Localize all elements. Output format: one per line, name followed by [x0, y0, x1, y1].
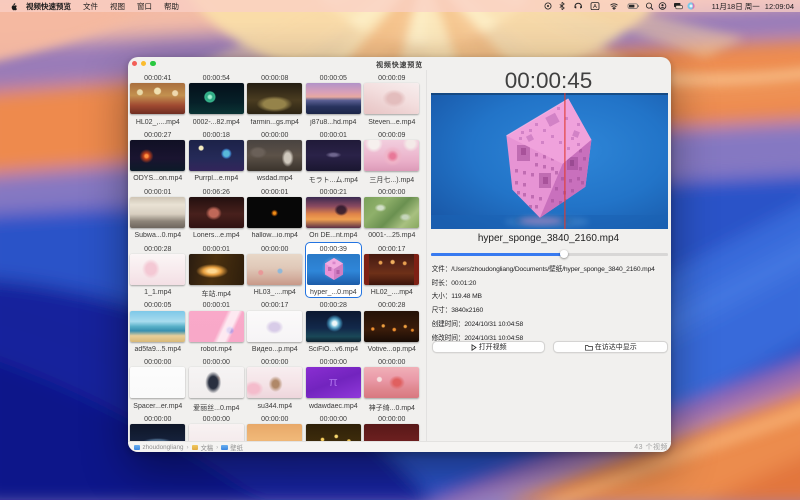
svg-text:A: A [593, 4, 597, 10]
